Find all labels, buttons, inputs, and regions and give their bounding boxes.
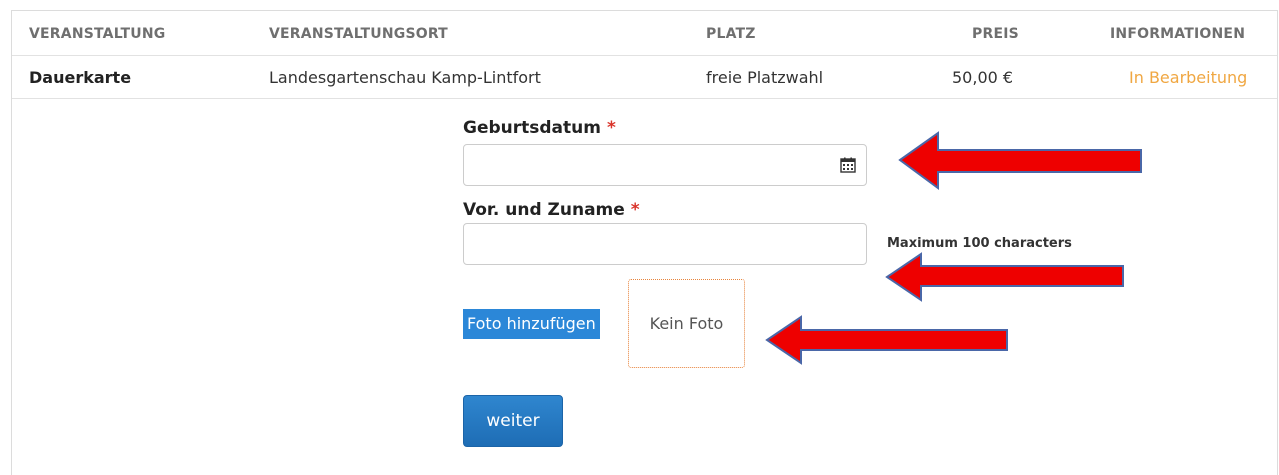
annotation-arrow-name: [885, 252, 1124, 302]
birthdate-field[interactable]: [463, 144, 867, 186]
column-header-seat: PLATZ: [706, 26, 756, 42]
add-photo-button[interactable]: Foto hinzufügen: [463, 309, 600, 339]
event-cell: Dauerkarte: [29, 68, 132, 87]
birthdate-input[interactable]: [464, 145, 866, 185]
annotation-arrow-birthdate: [898, 131, 1142, 190]
column-header-venue: VERANSTALTUNGSORT: [269, 26, 448, 42]
birthdate-label-text: Geburtsdatum: [463, 118, 601, 138]
photo-preview[interactable]: Kein Foto: [628, 279, 745, 368]
price-cell: 50,00 €: [952, 68, 1014, 87]
photo-placeholder-text: Kein Foto: [649, 314, 724, 333]
column-header-event: VERANSTALTUNG: [29, 26, 166, 42]
venue-cell: Landesgartenschau Kamp-Lintfort: [269, 68, 541, 87]
column-header-information: INFORMATIONEN: [1110, 26, 1246, 42]
required-marker: *: [606, 118, 616, 138]
status-badge: In Bearbeitung: [1129, 68, 1248, 87]
name-input[interactable]: [464, 224, 866, 264]
annotation-arrow-photo: [765, 315, 1008, 365]
continue-button-label: weiter: [486, 411, 540, 431]
name-label: Vor. und Zuname *: [463, 200, 640, 220]
calendar-icon[interactable]: [840, 157, 856, 173]
name-label-text: Vor. und Zuname: [463, 200, 625, 220]
table-row: Dauerkarte Landesgartenschau Kamp-Lintfo…: [12, 56, 1277, 99]
name-max-length-hint: Maximum 100 characters: [887, 236, 1072, 251]
continue-button[interactable]: weiter: [463, 395, 563, 447]
seat-cell: freie Platzwahl: [706, 68, 824, 87]
required-marker: *: [630, 200, 640, 220]
name-field[interactable]: [463, 223, 867, 265]
table-header: VERANSTALTUNG VERANSTALTUNGSORT PLATZ PR…: [12, 11, 1277, 56]
column-header-price: PREIS: [972, 26, 1019, 42]
birthdate-label: Geburtsdatum *: [463, 118, 616, 138]
